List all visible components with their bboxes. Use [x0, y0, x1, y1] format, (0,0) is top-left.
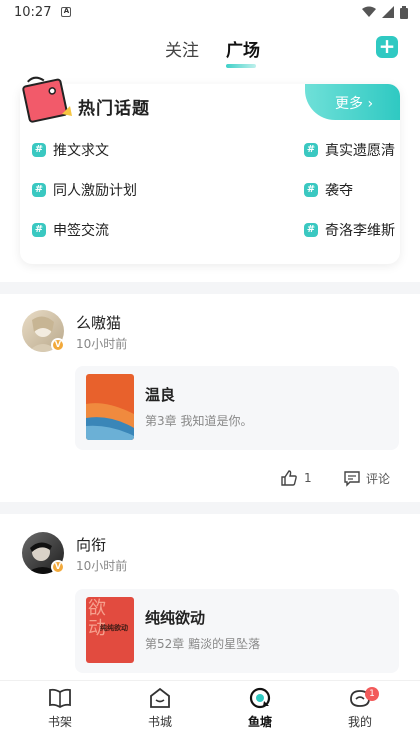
- section-divider: [0, 502, 420, 514]
- add-post-button[interactable]: +: [376, 36, 398, 58]
- hash-icon: #: [32, 223, 46, 237]
- nav-fishpond-label: 鱼塘: [247, 715, 272, 729]
- topic-label: 奇洛李维斯: [325, 223, 395, 239]
- book-cover: 欲动 纯纯欲动: [86, 597, 134, 663]
- book-card[interactable]: 欲动 纯纯欲动 纯纯欲动 第52章 黯淡的星坠落: [75, 589, 399, 673]
- topic-item[interactable]: # 奇洛李维斯: [304, 220, 395, 240]
- hash-icon: #: [304, 223, 318, 237]
- post-item: V 么嗷猫 10小时前 温良 第3章 我知道是你。 1 评论: [0, 294, 420, 502]
- topic-label: 袭夺: [325, 183, 353, 199]
- topic-item[interactable]: # 申签交流: [32, 220, 109, 240]
- topic-item[interactable]: # 同人激励计划: [32, 180, 137, 200]
- topic-label: 推文求文: [53, 143, 109, 159]
- nav-bookshelf-label: 书架: [47, 715, 72, 729]
- post-item: V 向衔 10小时前 欲动 纯纯欲动 纯纯欲动 第52章 黯淡的星坠落: [0, 514, 420, 680]
- notification-icon: A: [61, 7, 72, 17]
- hot-topics-card: 热门话题 更多 › # 推文求文 # 真实遗愿清 # 同人激励计划 # 袭夺 # 申签交流…: [20, 76, 400, 264]
- comment-icon: [344, 471, 360, 487]
- topic-label: 同人激励计划: [53, 183, 137, 199]
- tab-square[interactable]: 广场: [226, 36, 260, 61]
- comment-label: 评论: [366, 471, 391, 486]
- verified-icon: V: [51, 338, 65, 352]
- book-title: 纯纯欲动: [145, 609, 206, 627]
- nav-bookstore[interactable]: 书城: [130, 687, 190, 730]
- post-time: 10小时前: [76, 337, 128, 351]
- book-open-icon: [49, 688, 71, 709]
- fishpond-icon: [249, 687, 271, 709]
- book-title: 温良: [145, 386, 176, 404]
- nav-bookstore-label: 书城: [147, 715, 172, 729]
- status-time: 10:27: [14, 4, 52, 20]
- nav-mine[interactable]: 我的 1: [330, 687, 390, 730]
- store-icon: [150, 687, 170, 708]
- thumbs-up-icon: [281, 470, 297, 486]
- tab-follow[interactable]: 关注: [165, 36, 199, 61]
- tab-active-indicator: [226, 64, 256, 68]
- more-topics-button[interactable]: 更多 ›: [305, 84, 400, 120]
- topic-item[interactable]: # 袭夺: [304, 180, 353, 200]
- signal-icon: [382, 6, 394, 18]
- status-bar: 10:27 A: [0, 0, 420, 24]
- section-divider: [0, 282, 420, 294]
- like-count: 1: [304, 471, 312, 485]
- hash-icon: #: [304, 143, 318, 157]
- comment-button[interactable]: 评论: [343, 469, 390, 487]
- top-tabs: 关注 广场 +: [0, 28, 420, 72]
- battery-icon: [400, 5, 408, 19]
- hash-icon: #: [32, 143, 46, 157]
- notification-badge: 1: [365, 687, 379, 701]
- hash-icon: #: [304, 183, 318, 197]
- topic-tag-icon: [22, 76, 72, 123]
- topic-label: 申签交流: [53, 223, 109, 239]
- wifi-icon: [362, 6, 376, 17]
- post-time: 10小时前: [76, 559, 128, 573]
- topic-label: 真实遗愿清: [325, 143, 395, 159]
- hash-icon: #: [32, 183, 46, 197]
- post-username[interactable]: 向衔: [76, 534, 106, 555]
- nav-fishpond[interactable]: 鱼塘: [230, 687, 290, 730]
- hot-topics-header: 热门话题 更多 ›: [20, 76, 400, 123]
- verified-icon: V: [51, 560, 65, 574]
- bottom-nav: 书架 书城 鱼塘 我的 1: [0, 680, 420, 746]
- like-button[interactable]: 1: [280, 469, 312, 487]
- topic-item[interactable]: # 真实遗愿清: [304, 140, 395, 160]
- status-icons: [362, 5, 408, 19]
- post-username[interactable]: 么嗷猫: [76, 312, 121, 333]
- hot-topics-title: 热门话题: [78, 99, 150, 119]
- book-chapter: 第3章 我知道是你。: [145, 414, 253, 428]
- cover-title-text: 纯纯欲动: [100, 624, 128, 632]
- book-card[interactable]: 温良 第3章 我知道是你。: [75, 366, 399, 450]
- nav-mine-label: 我的: [347, 715, 372, 729]
- nav-bookshelf[interactable]: 书架: [30, 687, 90, 730]
- topic-item[interactable]: # 推文求文: [32, 140, 109, 160]
- cover-art-text: 欲动: [88, 598, 106, 639]
- book-cover: [86, 374, 134, 440]
- book-chapter: 第52章 黯淡的星坠落: [145, 637, 261, 651]
